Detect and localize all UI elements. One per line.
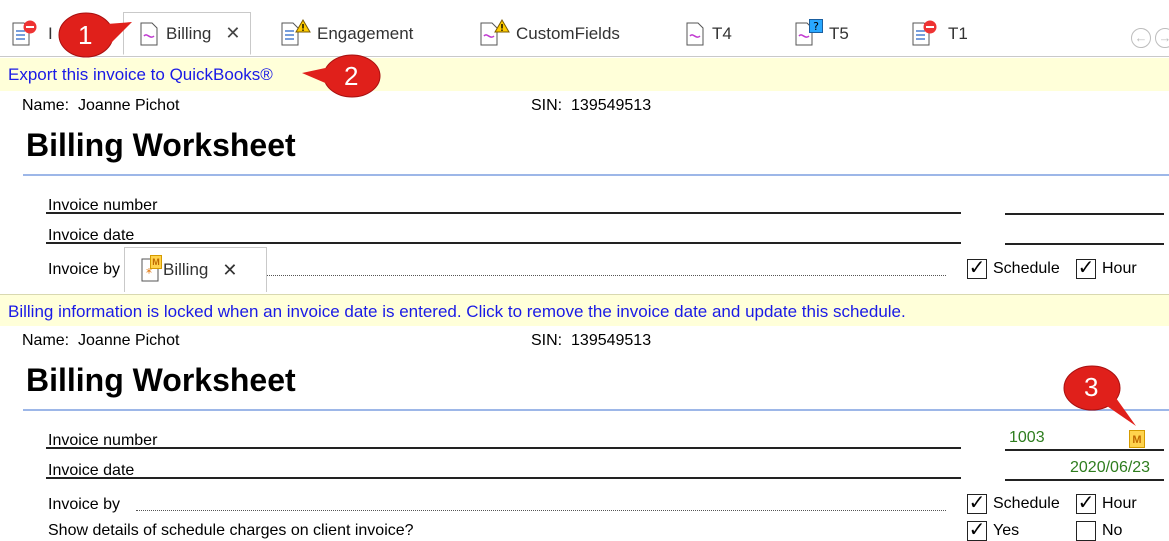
client-name: Name: Joanne Pichot (22, 97, 179, 115)
stop-icon (23, 20, 37, 34)
hour-label: Hour (1102, 260, 1137, 277)
close-icon[interactable]: ✕ (222, 260, 237, 281)
invoice-number-underline (46, 212, 961, 214)
tab-t1[interactable]: T1 (912, 14, 968, 54)
callout-bubble-icon (302, 54, 381, 98)
sin-value: 139549513 (571, 97, 652, 114)
sin-label: SIN: (531, 332, 563, 349)
override-m-icon[interactable]: M (1129, 430, 1145, 448)
invoice-number-field[interactable] (1005, 213, 1164, 215)
question-icon: ? (809, 19, 823, 33)
invoice-number-field (1005, 449, 1164, 451)
stop-icon (923, 20, 937, 34)
tab-label: T1 (948, 24, 968, 43)
tab-billing[interactable]: Billing ✕ (123, 12, 252, 55)
schedule-checkbox[interactable]: ✓ Schedule (967, 492, 1060, 514)
schedule-label: Schedule (993, 495, 1060, 512)
document-icon (281, 19, 311, 46)
schedule-checkbox[interactable]: ✓ Schedule (967, 257, 1060, 279)
callout-3: 3 (1060, 364, 1144, 430)
warning-icon (494, 19, 510, 33)
invoice-date-underline (46, 242, 961, 244)
name-label: Name: (22, 97, 70, 114)
check-icon: ✓ (967, 519, 987, 541)
yes-label: Yes (993, 522, 1020, 539)
tab-label: T4 (712, 24, 732, 43)
hour-checkbox[interactable]: ✓ Hour (1076, 257, 1137, 279)
invoice-by-label: Invoice by (48, 496, 121, 513)
tab-engagement[interactable]: Engagement (281, 14, 413, 54)
title-divider (23, 409, 1169, 411)
name-value: Joanne Pichot (78, 97, 180, 114)
invoice-date-field (1005, 479, 1164, 481)
yes-checkbox[interactable]: ✓ Yes (967, 519, 1020, 541)
callout-1: 1 (52, 10, 134, 60)
tab-billing-locked[interactable]: * M Billing ✕ (124, 247, 267, 292)
schedule-label: Schedule (993, 260, 1060, 277)
unchecked-box (1076, 521, 1096, 541)
hour-label: Hour (1102, 495, 1137, 512)
callout-number: 1 (78, 20, 93, 50)
billing-document-icon (140, 22, 158, 46)
tab-t5[interactable]: ? T5 (795, 14, 849, 54)
tab-label: Billing (163, 260, 209, 279)
callout-number: 3 (1084, 372, 1099, 402)
client-sin: SIN: 139549513 (531, 332, 651, 350)
invoice-number-value[interactable]: 1003 (1009, 429, 1045, 447)
check-icon: ✓ (967, 257, 987, 279)
invoice-date-value[interactable]: 2020/06/23 (1070, 459, 1150, 477)
sin-label: SIN: (531, 97, 563, 114)
billing-document-icon: * M (141, 255, 162, 282)
tab-label: CustomFields (516, 24, 620, 43)
name-value: Joanne Pichot (78, 332, 180, 349)
tab-label: Billing (166, 23, 212, 43)
no-label: No (1102, 522, 1123, 539)
invoice-number-underline (46, 447, 961, 449)
invoice-by-label: Invoice by (48, 261, 121, 278)
override-m-icon: M (150, 255, 162, 269)
title-divider (23, 174, 1169, 176)
warning-icon (295, 19, 311, 33)
invoice-date-underline (46, 477, 961, 479)
tab-label: Engagement (317, 24, 414, 43)
tab-customfields[interactable]: CustomFields (480, 14, 620, 54)
sin-value: 139549513 (571, 332, 652, 349)
svg-text:?: ? (813, 20, 819, 33)
name-label: Name: (22, 332, 70, 349)
hour-checkbox[interactable]: ✓ Hour (1076, 492, 1137, 514)
callout-bubble-icon (1063, 365, 1136, 426)
document-icon (912, 20, 937, 46)
back-arrow-icon[interactable]: ← (1131, 28, 1151, 48)
tab-bar: I Billing ✕ Engagement CustomFields T4 ? (0, 0, 1169, 57)
worksheet-title: Billing Worksheet (26, 362, 296, 398)
tab-t4[interactable]: T4 (686, 14, 732, 54)
client-name: Name: Joanne Pichot (22, 332, 179, 350)
tab-label: T5 (829, 24, 849, 43)
invoice-date-field[interactable] (1005, 243, 1164, 245)
callout-number: 2 (344, 61, 359, 91)
client-sin: SIN: 139549513 (531, 97, 651, 115)
document-icon (686, 22, 704, 46)
export-quickbooks-link[interactable]: Export this invoice to QuickBooks® (0, 58, 1169, 91)
document-icon (12, 20, 37, 46)
check-icon: ✓ (1076, 492, 1096, 514)
document-icon: ? (795, 19, 823, 46)
close-icon[interactable]: ✕ (225, 23, 240, 44)
invoice-by-dots (136, 510, 946, 511)
callout-bubble-icon (58, 12, 132, 58)
forward-arrow-icon[interactable]: → (1155, 28, 1169, 48)
worksheet-title: Billing Worksheet (26, 127, 296, 163)
document-icon (480, 19, 510, 46)
show-details-label: Show details of schedule charges on clie… (48, 522, 414, 539)
tab-identification[interactable]: I (12, 14, 53, 54)
no-checkbox[interactable]: No (1076, 521, 1122, 541)
callout-2: 2 (300, 53, 384, 99)
remove-invoice-date-link[interactable]: Billing information is locked when an in… (0, 294, 1169, 326)
check-icon: ✓ (1076, 257, 1096, 279)
tab-navigation: ← → (1131, 28, 1169, 48)
check-icon: ✓ (967, 492, 987, 514)
